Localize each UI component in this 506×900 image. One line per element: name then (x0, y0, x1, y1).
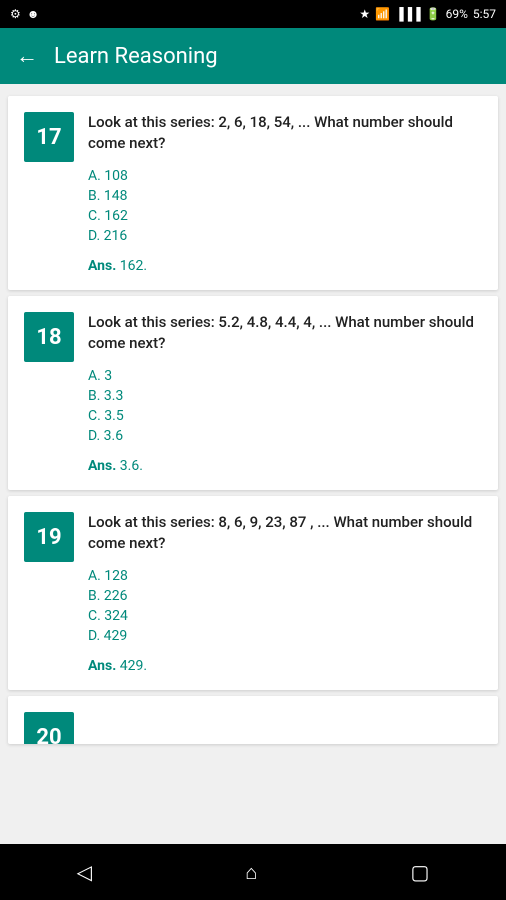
content-area: 17 Look at this series: 2, 6, 18, 54, ...… (0, 84, 506, 844)
option-19-B[interactable]: B. 226 (88, 588, 482, 604)
page-title: Learn Reasoning (54, 44, 218, 69)
option-19-A[interactable]: A. 128 (88, 568, 482, 584)
option-18-C[interactable]: C. 3.5 (88, 408, 482, 424)
status-bar: ⚙ ☻ ★ 📶 ▐▐▐ 🔋 69% 5:57 (0, 0, 506, 28)
partial-question-number: 20 (24, 712, 74, 744)
question-number-18: 18 (24, 312, 74, 362)
option-18-D[interactable]: D. 3.6 (88, 428, 482, 444)
answer-value-19: 429. (120, 658, 147, 674)
question-text-17: Look at this series: 2, 6, 18, 54, ... W… (88, 112, 482, 154)
option-18-B[interactable]: B. 3.3 (88, 388, 482, 404)
question-card-17: 17 Look at this series: 2, 6, 18, 54, ...… (8, 96, 498, 290)
options-19: A. 128 B. 226 C. 324 D. 429 (88, 568, 482, 644)
back-button[interactable]: ← (16, 43, 38, 69)
signal-icon: ▐▐▐ (395, 7, 421, 21)
recent-nav-button[interactable]: ▢ (410, 860, 429, 884)
android-icon: ☻ (27, 7, 40, 21)
question-number-17: 17 (24, 112, 74, 162)
question-body-17: Look at this series: 2, 6, 18, 54, ... W… (88, 112, 482, 274)
answer-17: Ans. 162. (88, 258, 482, 274)
home-nav-button[interactable]: ⌂ (245, 860, 257, 885)
usb-icon: ⚙ (10, 7, 21, 21)
question-text-18: Look at this series: 5.2, 4.8, 4.4, 4, .… (88, 312, 482, 354)
question-body-18: Look at this series: 5.2, 4.8, 4.4, 4, .… (88, 312, 482, 474)
question-body-19: Look at this series: 8, 6, 9, 23, 87 , .… (88, 512, 482, 674)
option-17-A[interactable]: A. 108 (88, 168, 482, 184)
option-17-C[interactable]: C. 162 (88, 208, 482, 224)
answer-18: Ans. 3.6. (88, 458, 482, 474)
option-19-D[interactable]: D. 429 (88, 628, 482, 644)
star-icon: ★ (359, 7, 370, 21)
back-nav-button[interactable]: ◁ (77, 860, 92, 884)
question-text-19: Look at this series: 8, 6, 9, 23, 87 , .… (88, 512, 482, 554)
wifi-icon: 📶 (375, 7, 390, 21)
partial-question-card: 20 (8, 696, 498, 744)
option-17-D[interactable]: D. 216 (88, 228, 482, 244)
option-17-B[interactable]: B. 148 (88, 188, 482, 204)
battery-percent: 69% (446, 7, 468, 21)
answer-value-18: 3.6. (120, 458, 143, 474)
answer-value-17: 162. (120, 258, 147, 274)
nav-bar: ◁ ⌂ ▢ (0, 844, 506, 900)
status-right-icons: ★ 📶 ▐▐▐ 🔋 69% 5:57 (359, 7, 496, 21)
option-18-A[interactable]: A. 3 (88, 368, 482, 384)
question-card-18: 18 Look at this series: 5.2, 4.8, 4.4, 4,… (8, 296, 498, 490)
battery-icon: 🔋 (426, 7, 441, 21)
option-19-C[interactable]: C. 324 (88, 608, 482, 624)
app-bar: ← Learn Reasoning (0, 28, 506, 84)
answer-19: Ans. 429. (88, 658, 482, 674)
time-display: 5:57 (473, 7, 496, 21)
status-left-icons: ⚙ ☻ (10, 7, 39, 21)
options-18: A. 3 B. 3.3 C. 3.5 D. 3.6 (88, 368, 482, 444)
options-17: A. 108 B. 148 C. 162 D. 216 (88, 168, 482, 244)
question-card-19: 19 Look at this series: 8, 6, 9, 23, 87 ,… (8, 496, 498, 690)
question-number-19: 19 (24, 512, 74, 562)
